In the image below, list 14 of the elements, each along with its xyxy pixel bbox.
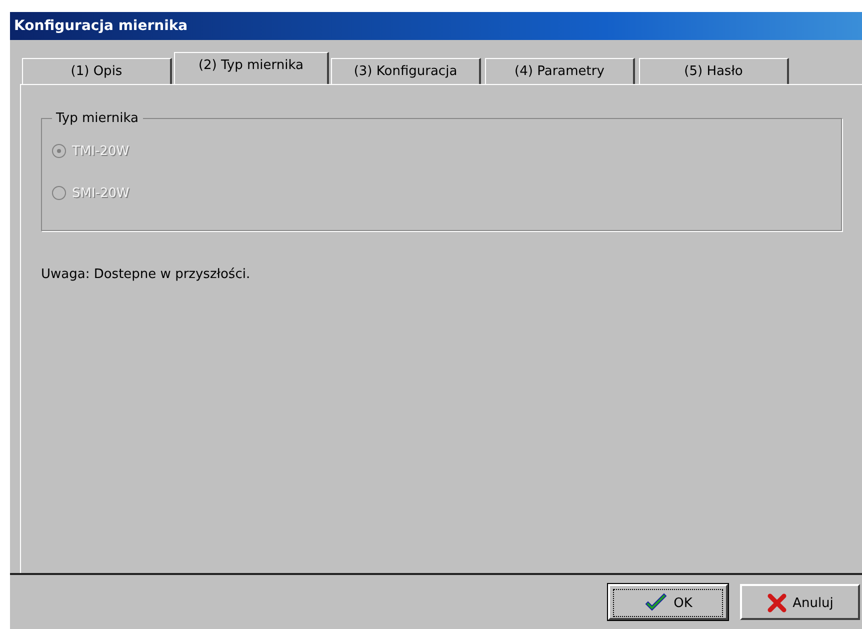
group-title: Typ miernika [55, 111, 140, 126]
tab[interactable]: (1) Opis [22, 58, 172, 84]
tab[interactable]: (5) Hasło [639, 58, 789, 84]
ok-button[interactable]: OK [608, 584, 728, 620]
close-icon [766, 593, 787, 613]
checkmark-icon [644, 593, 668, 613]
window-title: Konfiguracja miernika [14, 18, 188, 34]
tab[interactable]: (4) Parametry [485, 58, 635, 84]
note-text: Uwaga: Dostepne w przyszłości. [41, 267, 252, 282]
radio-icon [52, 144, 66, 158]
tab[interactable]: (2) Typ miernika [174, 52, 329, 84]
tab[interactable]: (3) Konfiguracja [331, 58, 481, 84]
cancel-button[interactable]: Anuluj [740, 584, 860, 620]
radio-icon [52, 186, 66, 200]
